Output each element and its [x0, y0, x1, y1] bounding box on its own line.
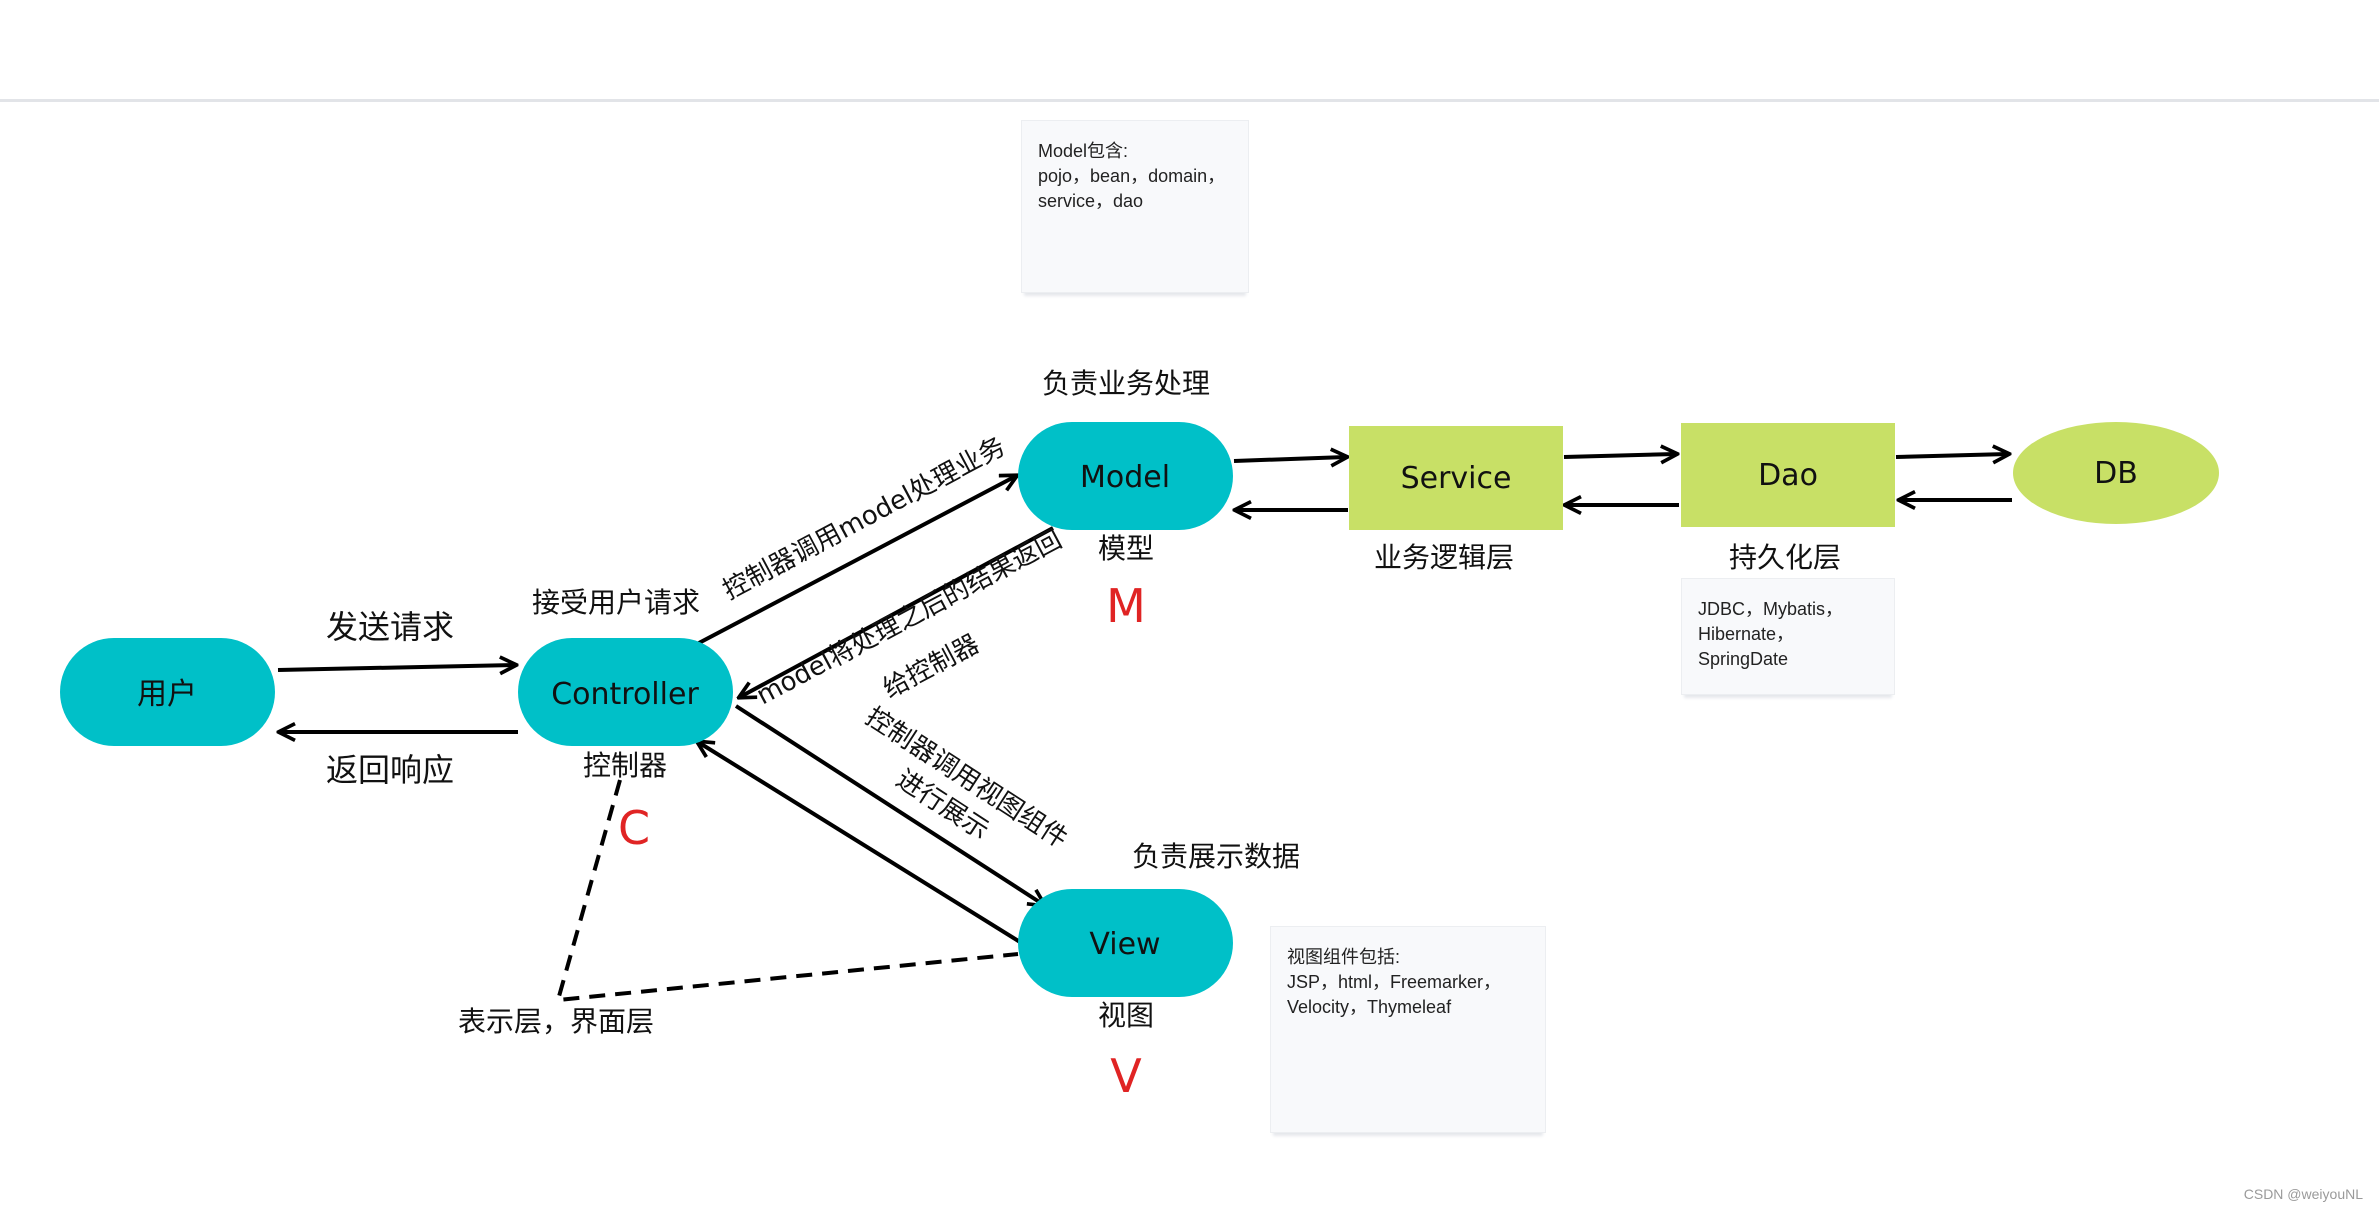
caption-model-below: 模型	[1098, 532, 1154, 565]
node-view-label: View	[1089, 927, 1160, 962]
caption-controller-above: 接受用户请求	[532, 586, 700, 619]
node-view[interactable]: View	[1018, 889, 1233, 997]
node-controller-label: Controller	[551, 677, 699, 712]
note-model-contents: Model包含: pojo，bean，domain， service，dao	[1021, 120, 1249, 293]
caption-dao-below: 持久化层	[1729, 541, 1841, 574]
letter-m: M	[1106, 579, 1146, 633]
note-view-contents: 视图组件包括: JSP，html，Freemarker， Velocity，Th…	[1270, 926, 1546, 1133]
edge-controller-to-model	[696, 476, 1016, 646]
edge-model-to-service	[1233, 457, 1346, 461]
caption-controller-below: 控制器	[583, 749, 667, 782]
label-return-response: 返回响应	[326, 751, 454, 789]
node-dao-label: Dao	[1758, 458, 1818, 493]
node-model-label: Model	[1080, 460, 1170, 495]
edge-service-to-dao	[1563, 454, 1676, 457]
edge-send-request	[277, 665, 515, 670]
caption-model-above: 负责业务处理	[1042, 367, 1210, 400]
caption-presentation-layer: 表示层，界面层	[458, 1005, 654, 1038]
letter-c: C	[618, 801, 650, 855]
node-model[interactable]: Model	[1018, 422, 1233, 530]
node-db-label: DB	[2094, 456, 2138, 491]
edge-dao-to-db	[1895, 454, 2008, 457]
node-user-label: 用户	[137, 677, 197, 712]
letter-v: V	[1110, 1049, 1142, 1103]
caption-view-above: 负责展示数据	[1132, 840, 1300, 873]
node-dao[interactable]: Dao	[1681, 423, 1895, 527]
node-service-label: Service	[1401, 461, 1512, 496]
node-db[interactable]: DB	[2013, 422, 2219, 524]
watermark: CSDN @weiyouNL	[2243, 1186, 2363, 1202]
note-dao-contents: JDBC，Mybatis， Hibernate， SpringDate	[1681, 578, 1895, 695]
node-service[interactable]: Service	[1349, 426, 1563, 530]
caption-service-below: 业务逻辑层	[1374, 541, 1514, 574]
node-controller[interactable]: Controller	[518, 638, 733, 746]
caption-view-below: 视图	[1098, 999, 1154, 1032]
label-send-request: 发送请求	[326, 608, 454, 646]
node-user[interactable]: 用户	[60, 638, 275, 746]
